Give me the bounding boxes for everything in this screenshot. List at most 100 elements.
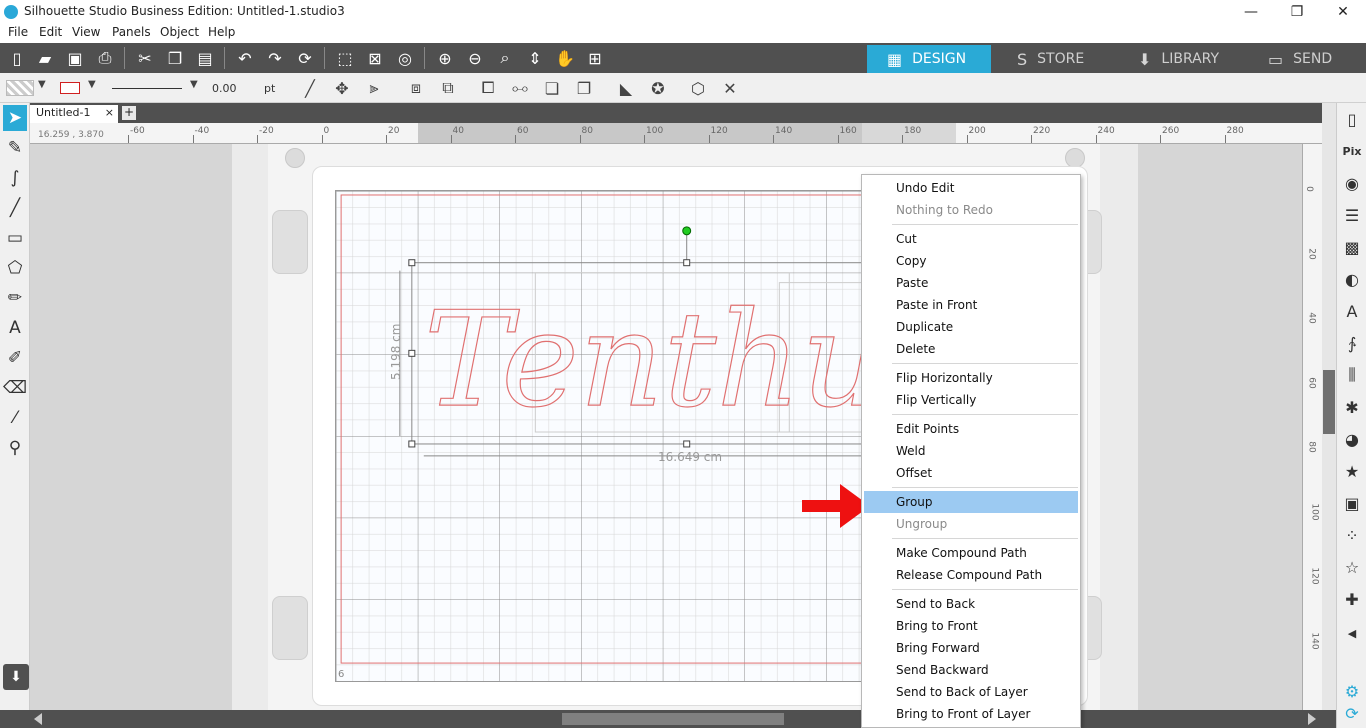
fit-to-window-icon[interactable]: ⇕ <box>522 46 548 70</box>
zoom-out-icon[interactable]: ⊖ <box>462 46 488 70</box>
point-edit-icon[interactable]: ✎ <box>3 135 27 161</box>
line-tool-icon[interactable]: ╱ <box>298 77 322 99</box>
chevron-down-icon[interactable]: ▼ <box>88 79 96 90</box>
chevron-down-icon[interactable]: ▼ <box>190 79 198 90</box>
menu-item-bring-forward[interactable]: Bring Forward <box>864 637 1078 659</box>
align-icon[interactable]: ⫸ <box>362 77 386 99</box>
pan-hand-icon[interactable]: ✋ <box>552 46 578 70</box>
menu-item-send-to-back[interactable]: Send to Back <box>864 593 1078 615</box>
offset-panel-icon[interactable]: ★ <box>1340 457 1364 485</box>
menu-item-paste-in-front[interactable]: Paste in Front <box>864 294 1078 316</box>
weld-icon[interactable]: ◣ <box>614 77 638 99</box>
bring-forward-icon[interactable]: ❏ <box>540 77 564 99</box>
send-to-back-icon[interactable]: ⧟ <box>508 77 532 99</box>
edit-text-icon[interactable]: ✐ <box>3 345 27 371</box>
sync-icon[interactable]: ⟳ <box>1340 699 1364 727</box>
collapse-chevron-icon[interactable]: ◀ <box>1340 619 1364 647</box>
sketch-icon[interactable]: ∱ <box>1340 329 1364 357</box>
delete-x-icon[interactable]: ✕ <box>718 77 742 99</box>
menu-item-send-backward[interactable]: Send Backward <box>864 659 1078 681</box>
menu-item-flip-vertically[interactable]: Flip Vertically <box>864 389 1078 411</box>
transform-icon[interactable]: ✱ <box>1340 393 1364 421</box>
tab-send[interactable]: ▭ SEND <box>1248 45 1366 73</box>
zoom-select-icon[interactable]: ⌕ <box>492 46 518 70</box>
polygon-icon[interactable]: ⬠ <box>3 255 27 281</box>
menu-item-release-compound-path[interactable]: Release Compound Path <box>864 564 1078 586</box>
shapes-star-icon[interactable]: ☆ <box>1340 553 1364 581</box>
line-style-selector[interactable] <box>112 88 182 89</box>
knife-icon[interactable]: ⁄ <box>3 405 27 431</box>
copy-icon[interactable]: ❐ <box>162 46 188 70</box>
group-icon[interactable]: ⧈ <box>404 77 428 99</box>
close-window-button[interactable]: ✕ <box>1320 0 1366 24</box>
replicate-box-icon[interactable]: ⬡ <box>686 77 710 99</box>
menu-item-bring-to-front[interactable]: Bring to Front <box>864 615 1078 637</box>
menu-item-make-compound-path[interactable]: Make Compound Path <box>864 542 1078 564</box>
tab-untitled-1[interactable]: Untitled-1 × <box>30 105 118 123</box>
import-download-icon[interactable]: ⬇ <box>3 664 29 690</box>
line-color-swatch[interactable] <box>60 82 80 94</box>
new-file-icon[interactable]: ▯ <box>4 46 30 70</box>
modify-icon[interactable]: ◕ <box>1340 425 1364 453</box>
add-tab-button[interactable]: + <box>122 106 136 120</box>
menu-item-offset[interactable]: Offset <box>864 462 1078 484</box>
resize-handle[interactable] <box>408 349 416 357</box>
select-by-color-icon[interactable]: ◎ <box>392 46 418 70</box>
tab-library[interactable]: ⬇ LIBRARY <box>1118 45 1242 73</box>
cut-icon[interactable]: ✂ <box>132 46 158 70</box>
paste-icon[interactable]: ▤ <box>192 46 218 70</box>
deselect-icon[interactable]: ⊠ <box>362 46 388 70</box>
print-icon[interactable]: ⎙ <box>92 46 118 70</box>
resize-handle[interactable] <box>683 440 691 448</box>
select-all-icon[interactable]: ⬚ <box>332 46 358 70</box>
menu-item-copy[interactable]: Copy <box>864 250 1078 272</box>
bring-to-front-icon[interactable]: ⧠ <box>476 77 500 99</box>
chevron-down-icon[interactable]: ▼ <box>38 79 46 90</box>
transparency-icon[interactable]: ◐ <box>1340 265 1364 293</box>
resize-handle[interactable] <box>408 440 416 448</box>
offset-star-icon[interactable]: ✪ <box>646 77 670 99</box>
minimize-button[interactable]: — <box>1228 0 1274 24</box>
palette-icon[interactable]: ◉ <box>1340 169 1364 197</box>
rotate-handle[interactable] <box>682 226 692 236</box>
menu-edit[interactable]: Edit <box>39 25 62 39</box>
line-style-icon[interactable]: ☰ <box>1340 201 1364 229</box>
pencil-icon[interactable]: ✏ <box>3 285 27 311</box>
menu-item-edit-points[interactable]: Edit Points <box>864 418 1078 440</box>
open-folder-icon[interactable]: ▰ <box>32 46 58 70</box>
menu-view[interactable]: View <box>72 25 100 39</box>
eraser-icon[interactable]: ⌫ <box>3 375 27 401</box>
text-style-icon[interactable]: A <box>1340 297 1364 325</box>
send-backward-icon[interactable]: ❐ <box>572 77 596 99</box>
page-setup-icon[interactable]: ▯ <box>1340 105 1364 133</box>
fill-pattern-icon[interactable]: ▩ <box>1340 233 1364 261</box>
line-draw-icon[interactable]: ╱ <box>3 195 27 221</box>
menu-help[interactable]: Help <box>208 25 235 39</box>
curve-icon[interactable]: ∫ <box>3 165 27 191</box>
menu-item-bring-to-front-of-layer[interactable]: Bring to Front of Layer <box>864 703 1078 725</box>
pixscan-icon[interactable]: Pix <box>1340 137 1364 165</box>
refresh-icon[interactable]: ⟳ <box>292 46 318 70</box>
resize-handle[interactable] <box>408 259 416 267</box>
menu-item-group[interactable]: Group <box>864 491 1078 513</box>
design-text[interactable]: Tenthundl <box>423 284 895 438</box>
rhinestone-icon[interactable]: ⁘ <box>1340 521 1364 549</box>
nesting-puzzle-icon[interactable]: ✚ <box>1340 585 1364 613</box>
ungroup-icon[interactable]: ⧉ <box>436 77 460 99</box>
menu-item-weld[interactable]: Weld <box>864 440 1078 462</box>
menu-item-duplicate[interactable]: Duplicate <box>864 316 1078 338</box>
align-panel-icon[interactable]: ⫼ <box>1340 361 1364 389</box>
trace-icon[interactable]: ▣ <box>1340 489 1364 517</box>
horizontal-scroll-thumb[interactable] <box>562 713 784 725</box>
menu-item-undo-edit[interactable]: Undo Edit <box>864 177 1078 199</box>
close-tab-icon[interactable]: × <box>105 106 114 119</box>
eyedropper-icon[interactable]: ⚲ <box>3 435 27 461</box>
tab-store[interactable]: S STORE <box>997 45 1121 73</box>
move-icon[interactable]: ✥ <box>330 77 354 99</box>
scroll-right-icon[interactable] <box>1308 713 1316 725</box>
menu-item-flip-horizontally[interactable]: Flip Horizontally <box>864 367 1078 389</box>
undo-icon[interactable]: ↶ <box>232 46 258 70</box>
rectangle-icon[interactable]: ▭ <box>3 225 27 251</box>
resize-handle[interactable] <box>683 259 691 267</box>
maximize-button[interactable]: ❐ <box>1274 0 1320 24</box>
